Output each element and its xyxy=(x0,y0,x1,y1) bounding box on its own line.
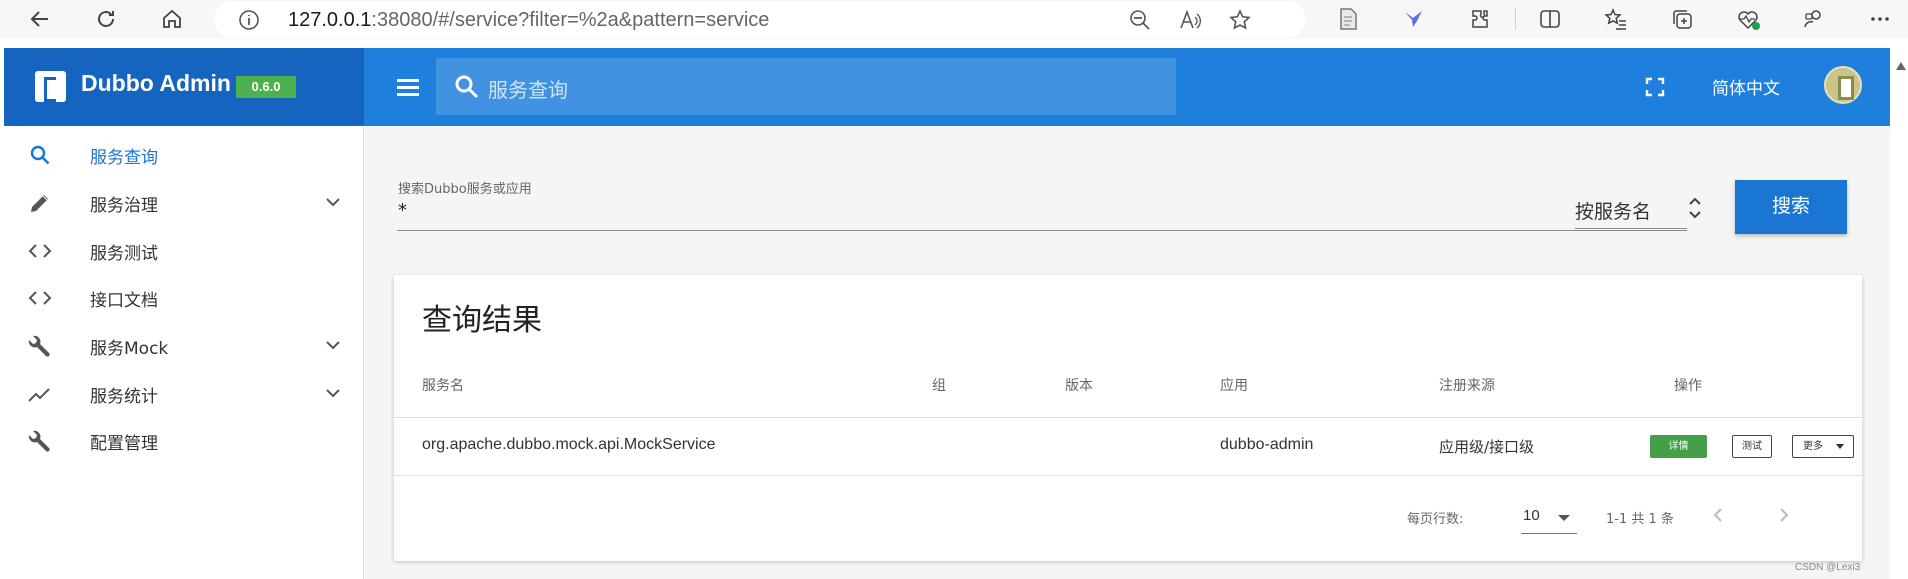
avatar[interactable] xyxy=(1824,66,1862,104)
pattern-select-underline xyxy=(1575,228,1687,229)
search-icon xyxy=(26,141,54,169)
url-host: 127.0.0.1 xyxy=(288,9,372,31)
sidebar: 服务查询 服务治理 服务测试 接口文档 服务Mock 服务统计 配置管理 xyxy=(4,126,364,579)
scrollbar-up-arrow-icon[interactable] xyxy=(1894,58,1908,72)
caret-down-icon[interactable] xyxy=(1558,515,1570,521)
sidebar-item-label: 服务治理 xyxy=(90,196,158,216)
divider xyxy=(394,417,1862,418)
collections-icon[interactable] xyxy=(1667,4,1697,34)
read-aloud-icon[interactable] xyxy=(1176,6,1204,34)
zoom-out-icon[interactable] xyxy=(1126,6,1154,34)
toolbar-separator xyxy=(1515,8,1516,30)
sidebar-item-label: 接口文档 xyxy=(90,291,158,311)
sidebar-item-config[interactable]: 配置管理 xyxy=(4,415,364,463)
search-placeholder: 服务查询 xyxy=(488,78,568,102)
url-path: :38080/#/service?filter=%2a&pattern=serv… xyxy=(371,9,770,31)
column-header[interactable]: 版本 xyxy=(1065,375,1093,395)
column-header: 操作 xyxy=(1674,378,1702,394)
caret-down-icon xyxy=(1836,444,1844,449)
sidebar-item-service-stats[interactable]: 服务统计 xyxy=(4,368,364,416)
search-icon xyxy=(454,74,480,100)
extensions-puzzle-icon[interactable] xyxy=(1465,4,1495,34)
home-icon[interactable] xyxy=(157,4,187,34)
pagination-range: 1-1 共 1 条 xyxy=(1606,512,1674,527)
chevron-left-icon[interactable] xyxy=(1708,505,1728,525)
cell-registry-source: 应用级/接口级 xyxy=(1439,438,1535,456)
rows-per-page-label: 每页行数: xyxy=(1407,512,1464,527)
wrench-icon xyxy=(26,427,54,455)
site-info-icon[interactable] xyxy=(236,7,262,33)
rows-per-page-select[interactable]: 10 xyxy=(1523,507,1540,524)
filter-label: 搜索Dubbo服务或应用 xyxy=(398,182,532,197)
sidebar-item-service-governance[interactable]: 服务治理 xyxy=(4,177,364,225)
pattern-select[interactable]: 按服务名 xyxy=(1575,197,1651,224)
profile-sync-icon[interactable] xyxy=(1799,4,1829,34)
cell-service-name: org.apache.dubbo.mock.api.MockService xyxy=(422,436,716,453)
document-icon[interactable] xyxy=(1333,4,1363,34)
browser-toolbar: 127.0.0.1:38080/#/service?filter=%2a&pat… xyxy=(0,0,1908,39)
watermark: CSDN @Lexi3 xyxy=(1795,562,1861,573)
language-switcher[interactable]: 简体中文 xyxy=(1712,74,1780,99)
global-search-input[interactable]: 服务查询 xyxy=(436,58,1176,115)
search-button[interactable]: 搜索 xyxy=(1735,180,1847,234)
column-header[interactable]: 服务名 xyxy=(422,375,464,395)
rows-per-page-underline xyxy=(1521,533,1577,534)
sidebar-item-api-docs[interactable]: 接口文档 xyxy=(4,272,364,320)
results-card: 查询结果 服务名 组 版本 应用 注册来源 操作 org.apache.dubb… xyxy=(394,275,1862,561)
extension-bird-icon[interactable] xyxy=(1399,4,1429,34)
fullscreen-icon[interactable] xyxy=(1643,75,1667,99)
sidebar-item-label: 服务Mock xyxy=(90,339,169,359)
test-button[interactable]: 测试 xyxy=(1732,435,1772,458)
favorites-list-icon[interactable] xyxy=(1601,4,1631,34)
more-button-label: 更多 xyxy=(1803,441,1823,452)
main-content: 搜索Dubbo服务或应用 * 按服务名 搜索 查询结果 服务名 组 版本 应用 … xyxy=(365,126,1890,579)
dubbo-logo-icon xyxy=(35,71,66,102)
sidebar-item-label: 服务查询 xyxy=(90,148,158,168)
sidebar-item-service-mock[interactable]: 服务Mock xyxy=(4,320,364,368)
chevron-down-icon[interactable] xyxy=(322,191,344,213)
split-screen-icon[interactable] xyxy=(1535,4,1565,34)
code-icon xyxy=(26,284,54,312)
address-bar[interactable]: 127.0.0.1:38080/#/service?filter=%2a&pat… xyxy=(214,1,1305,38)
column-header[interactable]: 组 xyxy=(932,375,946,395)
sidebar-item-label: 服务统计 xyxy=(90,387,158,407)
code-icon xyxy=(26,237,54,265)
menu-toggle-icon[interactable] xyxy=(394,74,422,100)
app-title: Dubbo Admin xyxy=(81,70,231,96)
sidebar-item-label: 配置管理 xyxy=(90,434,158,454)
url-text[interactable]: 127.0.0.1:38080/#/service?filter=%2a&pat… xyxy=(288,9,769,32)
favorite-star-icon[interactable] xyxy=(1226,6,1254,34)
brand-area: Dubbo Admin 0.6.0 xyxy=(4,48,364,126)
cell-application: dubbo-admin xyxy=(1220,436,1314,453)
pencil-icon xyxy=(26,189,54,217)
chevron-right-icon[interactable] xyxy=(1774,505,1794,525)
column-header[interactable]: 注册来源 xyxy=(1439,375,1495,395)
trending-icon xyxy=(26,380,54,408)
chevron-down-icon[interactable] xyxy=(322,334,344,356)
results-title: 查询结果 xyxy=(422,303,542,338)
back-icon[interactable] xyxy=(25,4,55,34)
sidebar-item-service-search[interactable]: 服务查询 xyxy=(4,129,364,177)
version-badge: 0.6.0 xyxy=(236,76,296,98)
chevron-down-icon[interactable] xyxy=(322,382,344,404)
refresh-icon[interactable] xyxy=(91,4,121,34)
more-button[interactable]: 更多 xyxy=(1792,435,1854,458)
unfold-icon[interactable] xyxy=(1685,192,1705,224)
more-menu-icon[interactable] xyxy=(1865,4,1895,34)
sidebar-item-label: 服务测试 xyxy=(90,244,158,264)
filter-input[interactable]: * xyxy=(398,200,407,221)
app-header: Dubbo Admin 0.6.0 服务查询 简体中文 xyxy=(4,48,1890,126)
detail-button[interactable]: 详情 xyxy=(1650,435,1707,458)
browser-health-icon[interactable] xyxy=(1733,4,1763,34)
filter-underline xyxy=(397,230,1687,231)
column-header[interactable]: 应用 xyxy=(1220,375,1248,395)
divider xyxy=(394,475,1862,476)
sidebar-item-service-test[interactable]: 服务测试 xyxy=(4,225,364,273)
wrench-icon xyxy=(26,332,54,360)
